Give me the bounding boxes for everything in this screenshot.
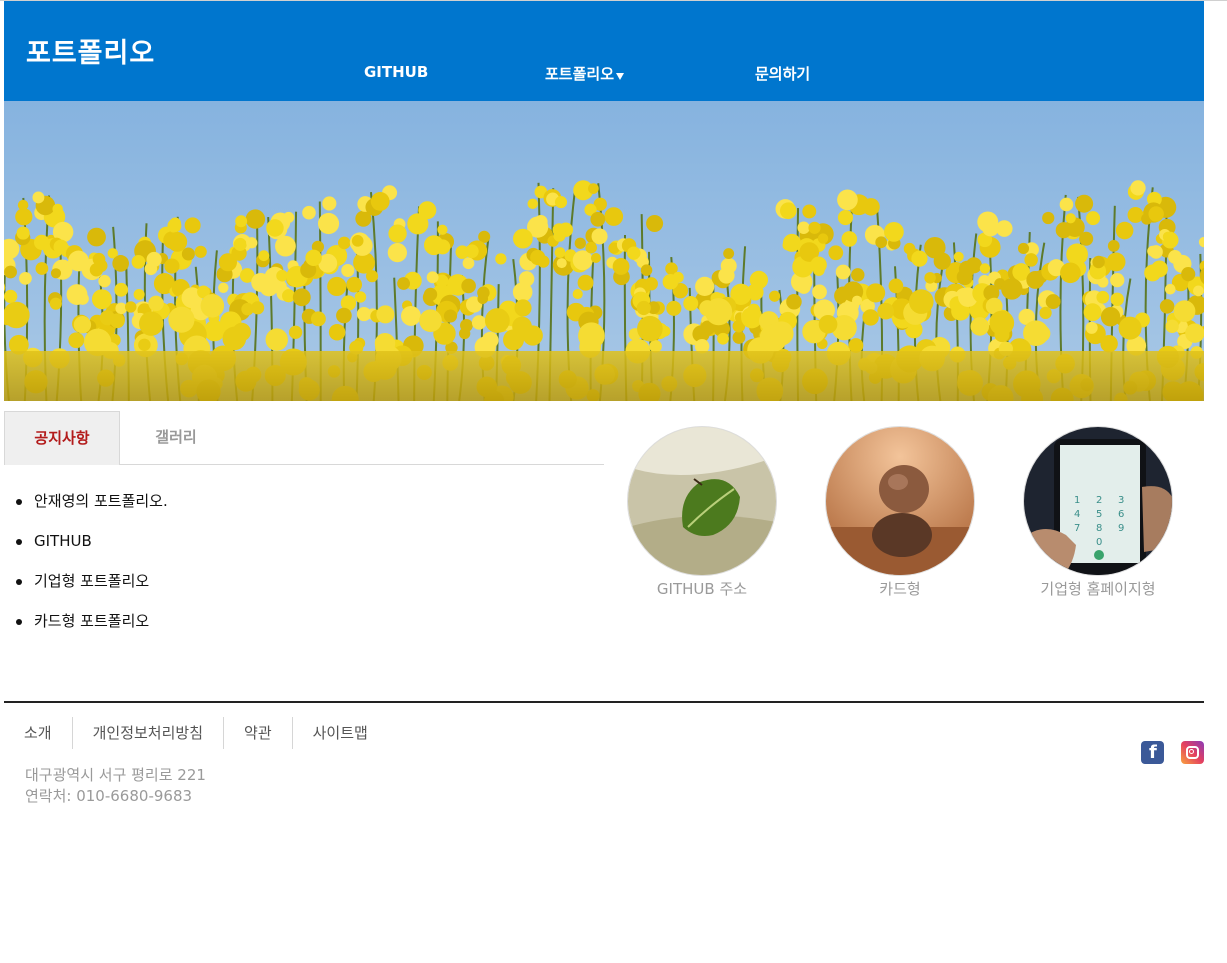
svg-text:7: 7	[1074, 523, 1080, 534]
svg-text:3: 3	[1118, 495, 1124, 506]
svg-text:2: 2	[1096, 495, 1102, 506]
hero-banner-image	[4, 101, 1204, 401]
footer-info: 대구광역시 서구 평리로 221 연락처: 010-6680-9683	[25, 765, 206, 807]
svg-text:6: 6	[1118, 509, 1124, 520]
site-logo[interactable]: 포트폴리오	[26, 31, 155, 70]
caret-down-icon	[616, 73, 625, 80]
nav-portfolio[interactable]: 포트폴리오	[545, 63, 625, 84]
footer-address: 대구광역시 서구 평리로 221	[25, 766, 206, 784]
svg-text:8: 8	[1096, 523, 1102, 534]
list-item[interactable]: 기업형 포트폴리오	[14, 571, 168, 611]
footer-contact: 연락처: 010-6680-9683	[25, 787, 193, 805]
svg-text:9: 9	[1118, 523, 1124, 534]
tab-bar: 공지사항 갤러리	[4, 411, 604, 465]
svg-text:1: 1	[1074, 495, 1080, 506]
flower-field-image	[4, 101, 1204, 401]
gallery-item-github[interactable]: GITHUB 주소	[627, 426, 777, 599]
gallery-caption: 카드형	[879, 580, 921, 598]
gallery-caption: 기업형 홈페이지형	[1040, 580, 1156, 598]
phone-thumbnail: 1 2 3 4 5 6 7 8 9 0	[1023, 426, 1173, 576]
page-wrapper: 포트폴리오 GITHUB 포트폴리오 문의하기 공지사항 갤러리 안재영의 포트…	[4, 1, 1204, 805]
notice-panel: 공지사항 갤러리 안재영의 포트폴리오. GITHUB 기업형 포트폴리오 카드…	[4, 411, 604, 630]
social-links: f	[1124, 741, 1204, 764]
footer-menu: 소개 개인정보처리방침 약관 사이트맵	[4, 717, 388, 749]
stones-thumbnail	[825, 426, 975, 576]
svg-text:0: 0	[1096, 537, 1102, 548]
footer-link-privacy[interactable]: 개인정보처리방침	[73, 717, 225, 749]
tab-gallery[interactable]: 갤러리	[120, 411, 232, 464]
instagram-icon[interactable]	[1181, 741, 1204, 764]
site-header: 포트폴리오 GITHUB 포트폴리오 문의하기	[4, 1, 1204, 101]
footer-link-about[interactable]: 소개	[4, 717, 73, 749]
nav-contact[interactable]: 문의하기	[755, 63, 810, 84]
gallery-section: GITHUB 주소 카드형 1 2 3 4 5 6 7 8 9 0 기업형 홈페…	[624, 426, 1204, 606]
nav-portfolio-label: 포트폴리오	[545, 65, 615, 83]
footer-link-sitemap[interactable]: 사이트맵	[293, 717, 388, 749]
leaf-thumbnail	[627, 426, 777, 576]
gallery-caption: GITHUB 주소	[656, 580, 748, 598]
site-footer: 소개 개인정보처리방침 약관 사이트맵 대구광역시 서구 평리로 221 연락처…	[4, 701, 1204, 805]
gallery-item-corporate[interactable]: 1 2 3 4 5 6 7 8 9 0 기업형 홈페이지형	[1023, 426, 1173, 599]
facebook-icon[interactable]: f	[1141, 741, 1164, 764]
nav-github[interactable]: GITHUB	[364, 63, 428, 81]
footer-link-terms[interactable]: 약관	[224, 717, 293, 749]
svg-text:5: 5	[1096, 509, 1102, 520]
gallery-item-card[interactable]: 카드형	[825, 426, 975, 599]
tab-notice[interactable]: 공지사항	[4, 411, 120, 465]
list-item[interactable]: GITHUB	[14, 531, 168, 571]
list-item[interactable]: 카드형 포트폴리오	[14, 611, 168, 651]
notice-list: 안재영의 포트폴리오. GITHUB 기업형 포트폴리오 카드형 포트폴리오	[14, 491, 168, 651]
list-item[interactable]: 안재영의 포트폴리오.	[14, 491, 168, 531]
svg-text:4: 4	[1074, 509, 1080, 520]
